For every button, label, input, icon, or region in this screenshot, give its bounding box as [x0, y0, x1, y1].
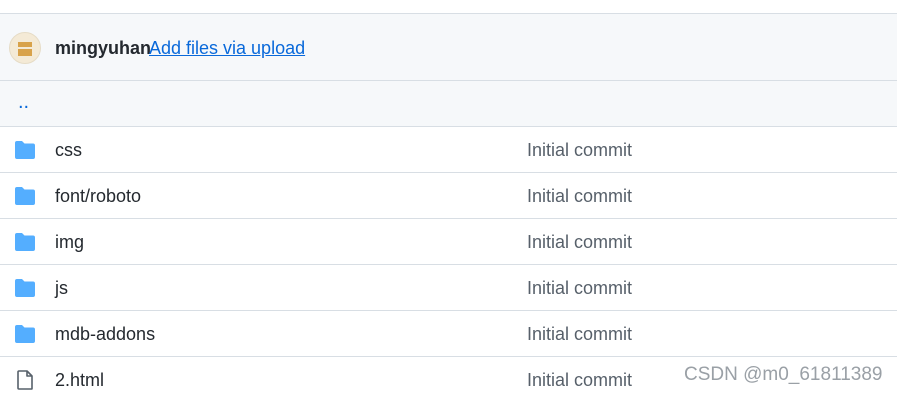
author-avatar[interactable]: [9, 32, 41, 64]
avatar-pattern-bottom: [18, 49, 32, 56]
commit-message[interactable]: Initial commit: [527, 323, 632, 345]
commit-message-link[interactable]: Add files via upload: [149, 37, 305, 59]
file-row[interactable]: font/roboto Initial commit: [0, 173, 897, 219]
parent-directory-row[interactable]: ..: [0, 81, 897, 127]
file-name[interactable]: 2.html: [55, 369, 104, 391]
folder-icon: [15, 279, 35, 297]
file-name[interactable]: font/roboto: [55, 185, 141, 207]
latest-commit-bar: mingyuhan Add files via upload: [0, 13, 897, 81]
commit-message[interactable]: Initial commit: [527, 185, 632, 207]
folder-icon: [15, 325, 35, 343]
file-row[interactable]: mdb-addons Initial commit: [0, 311, 897, 357]
avatar-pattern-top: [18, 42, 32, 47]
parent-directory-link[interactable]: ..: [18, 91, 29, 113]
commit-message[interactable]: Initial commit: [527, 139, 632, 161]
file-name[interactable]: css: [55, 139, 82, 161]
file-row[interactable]: css Initial commit: [0, 127, 897, 173]
folder-icon: [15, 233, 35, 251]
file-name[interactable]: img: [55, 231, 84, 253]
repo-file-browser: mingyuhan Add files via upload .. css In…: [0, 0, 897, 395]
commit-message[interactable]: Initial commit: [527, 369, 632, 391]
commit-message[interactable]: Initial commit: [527, 231, 632, 253]
folder-icon: [15, 141, 35, 159]
file-row[interactable]: img Initial commit: [0, 219, 897, 265]
folder-icon: [15, 187, 35, 205]
file-name[interactable]: js: [55, 277, 68, 299]
file-icon: [17, 370, 33, 390]
commit-message[interactable]: Initial commit: [527, 277, 632, 299]
file-name[interactable]: mdb-addons: [55, 323, 155, 345]
file-row[interactable]: js Initial commit: [0, 265, 897, 311]
watermark-text: CSDN @m0_61811389: [684, 364, 883, 385]
commit-author[interactable]: mingyuhan: [55, 37, 151, 59]
